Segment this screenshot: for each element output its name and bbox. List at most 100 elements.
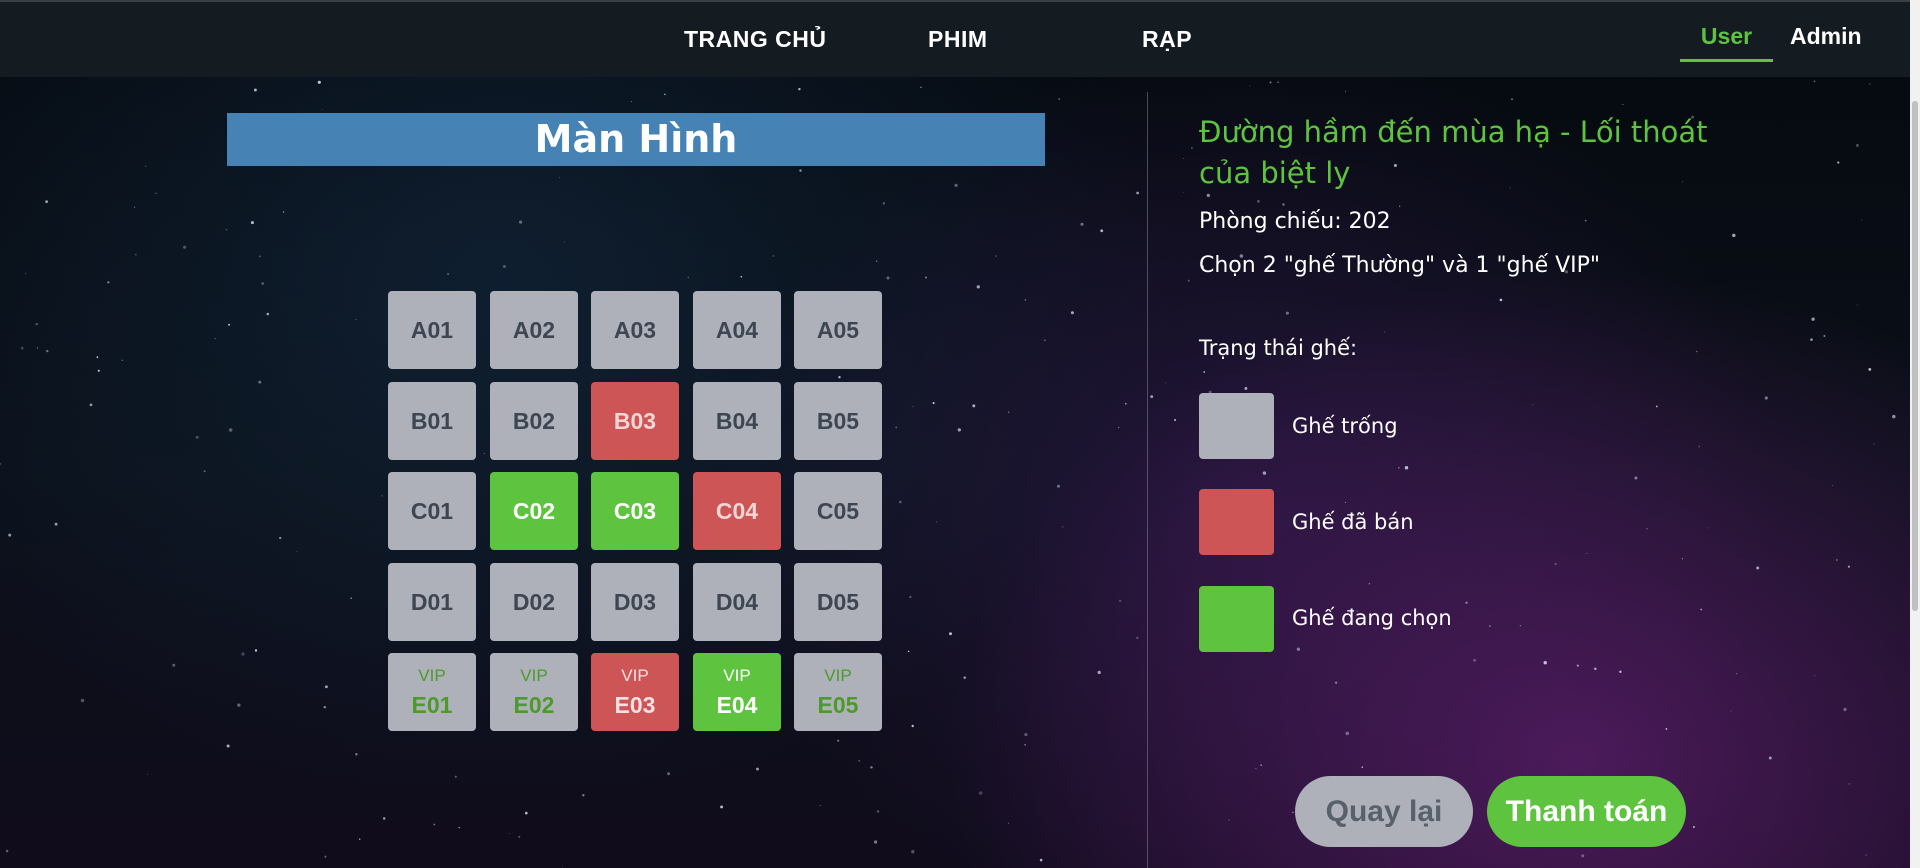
star-dot <box>1622 104 1624 106</box>
seat-code: E03 <box>614 692 656 718</box>
seat-code: A03 <box>613 317 657 343</box>
seat-a03[interactable]: A03 <box>591 291 679 369</box>
checkout-button[interactable]: Thanh toán <box>1487 776 1686 847</box>
star-dot <box>1835 559 1838 561</box>
star-dot <box>1576 664 1579 667</box>
star-dot <box>1843 707 1847 712</box>
seat-e03[interactable]: VIP E03 <box>591 653 679 731</box>
seat-b03[interactable]: B03 <box>591 382 679 460</box>
seat-code: A01 <box>410 317 454 343</box>
seat-vip-tag: VIP <box>520 666 548 685</box>
star-dot <box>1695 350 1698 353</box>
star-dot <box>1756 566 1760 570</box>
seat-c01[interactable]: C01 <box>388 472 476 550</box>
seat-c04[interactable]: C04 <box>693 472 781 550</box>
star-dot <box>1892 414 1896 419</box>
star-dot <box>483 453 485 455</box>
seat-e04[interactable]: VIP E04 <box>693 653 781 731</box>
seat-e01[interactable]: VIP E01 <box>388 653 476 731</box>
star-dot <box>323 706 326 709</box>
legend-label-empty: Ghế trống <box>1292 414 1398 438</box>
seat-a02[interactable]: A02 <box>490 291 578 369</box>
seat-e05[interactable]: VIP E05 <box>794 653 882 731</box>
star-dot <box>559 176 561 178</box>
star-dot <box>508 833 510 835</box>
star-dot <box>183 245 187 249</box>
seat-c03[interactable]: C03 <box>591 472 679 550</box>
star-dot <box>1489 625 1491 627</box>
star-dot <box>1255 768 1257 770</box>
seat-c02[interactable]: C02 <box>490 472 578 550</box>
seat-d03[interactable]: D03 <box>591 563 679 641</box>
star-dot <box>350 597 352 599</box>
star-dot <box>1855 143 1859 147</box>
seat-b02[interactable]: B02 <box>490 382 578 460</box>
star-dot <box>972 404 976 408</box>
legend-swatch-sold <box>1199 489 1274 555</box>
admin-tab[interactable]: Admin <box>1790 18 1870 58</box>
star-dot <box>1039 858 1043 862</box>
star-dot <box>1634 476 1638 480</box>
star-dot <box>261 282 265 285</box>
star-dot <box>324 855 327 858</box>
star-dot <box>1228 819 1230 821</box>
star-dot <box>1837 161 1840 164</box>
legend-swatch-empty <box>1199 393 1274 459</box>
star-dot <box>1655 405 1658 408</box>
star-dot <box>35 322 39 326</box>
seat-code: B02 <box>512 408 556 434</box>
seat-code: D02 <box>512 589 556 615</box>
star-dot <box>976 285 980 289</box>
star-dot <box>1398 467 1400 469</box>
star-dot <box>687 276 689 279</box>
star-dot <box>258 255 261 258</box>
back-button[interactable]: Quay lại <box>1295 776 1473 847</box>
star-dot <box>1681 558 1684 560</box>
nav-link-theaters[interactable]: RẠP <box>1142 26 1192 53</box>
star-dot <box>720 805 724 809</box>
seat-e02[interactable]: VIP E02 <box>490 653 578 731</box>
star-dot <box>858 759 861 762</box>
star-dot <box>296 550 298 552</box>
star-dot <box>502 265 506 268</box>
seat-d04[interactable]: D04 <box>693 563 781 641</box>
star-dot <box>1080 222 1084 226</box>
scrollbar-thumb[interactable] <box>1912 101 1918 611</box>
seat-code: D03 <box>613 589 657 615</box>
star-dot <box>1593 667 1597 671</box>
seat-code: C05 <box>816 498 860 524</box>
star-dot <box>1692 826 1695 828</box>
seat-b01[interactable]: B01 <box>388 382 476 460</box>
seat-d05[interactable]: D05 <box>794 563 882 641</box>
seat-c05[interactable]: C05 <box>794 472 882 550</box>
seat-d01[interactable]: D01 <box>388 563 476 641</box>
seat-code: B05 <box>816 408 860 434</box>
seat-a04[interactable]: A04 <box>693 291 781 369</box>
star-dot <box>949 632 952 636</box>
legend-label-chosen: Ghế đang chọn <box>1292 606 1452 630</box>
star-dot <box>203 470 206 473</box>
seat-a05[interactable]: A05 <box>794 291 882 369</box>
seat-d02[interactable]: D02 <box>490 563 578 641</box>
star-dot <box>1024 299 1027 301</box>
seat-a01[interactable]: A01 <box>388 291 476 369</box>
legend-label-sold: Ghế đã bán <box>1292 510 1414 534</box>
star-dot <box>8 533 12 537</box>
nav-link-movies[interactable]: PHIM <box>928 26 988 53</box>
seat-vip-tag: VIP <box>418 666 446 685</box>
user-tab[interactable]: User <box>1680 18 1773 62</box>
nav-link-home[interactable]: TRANG CHỦ <box>684 26 827 53</box>
star-dot <box>172 663 176 667</box>
star-dot <box>1277 81 1279 83</box>
star-dot <box>1345 90 1347 93</box>
star-dot <box>1473 658 1476 662</box>
star-dot <box>1182 191 1184 193</box>
seat-b05[interactable]: B05 <box>794 382 882 460</box>
seat-code: E05 <box>817 692 859 718</box>
star-dot <box>561 866 563 868</box>
star-dot <box>321 108 323 111</box>
star-dot <box>241 652 245 656</box>
star-dot <box>876 810 880 813</box>
star-dot <box>798 87 801 91</box>
seat-b04[interactable]: B04 <box>693 382 781 460</box>
